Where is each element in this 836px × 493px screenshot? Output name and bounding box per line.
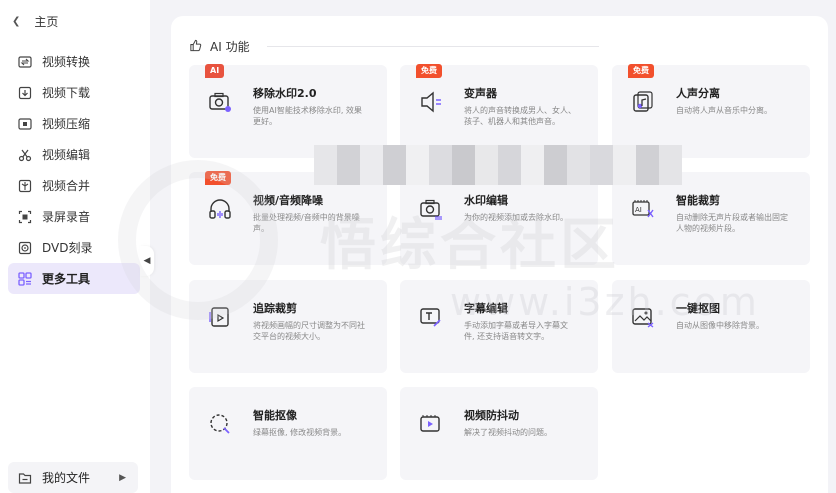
mosaic-overlay [314,145,682,185]
card-title: 智能抠像 [253,409,297,422]
card-description: 自动从图像中移除背景。 [676,321,764,330]
convert-icon [18,55,32,69]
sidebar-item-label: 更多工具 [42,272,91,286]
sidebar-item-convert[interactable]: 视频转换 [8,46,140,77]
card-description: 将人的声音转换成男人、女人、孩子、机器人和其他声音。 [464,106,576,126]
svg-text:AI: AI [635,206,642,214]
home-label: 主页 [34,14,59,29]
camera-erase-icon [207,89,233,115]
card-title: 变声器 [464,87,497,100]
disc-icon [18,241,32,255]
watermark-logo [118,160,278,320]
sidebar-item-label: 视频编辑 [42,148,91,162]
sidebar-item-label: 视频转换 [42,55,91,69]
card-description: 绿幕抠像, 修改视频背景。 [253,428,347,437]
card-title: 水印编辑 [464,194,508,207]
card-description: 将视频画幅的尺寸调整为不同社交平台的视频大小。 [253,321,365,341]
card-description: 手动添加字幕或者导入字幕文件, 还支持语音转文字。 [464,321,568,341]
sidebar-item-more-tools[interactable]: 更多工具 [8,263,140,294]
section-title: AI 功能 [210,40,250,54]
speaker-icon [418,89,444,115]
tool-card-portrait-cutout[interactable]: 智能抠像 绿幕抠像, 修改视频背景。 [189,387,387,480]
card-description: 自动删除无声片段或者输出固定人物的视频片段。 [676,213,788,233]
screen-record-icon [18,210,32,224]
section-divider [267,46,599,47]
home-back-button[interactable]: ❮ 主页 [12,10,58,32]
my-files-label: 我的文件 [42,471,91,485]
merge-icon [18,179,32,193]
my-files-button[interactable]: 我的文件 ▶ [8,462,138,493]
card-title: 视频防抖动 [464,409,519,422]
grid-icon [18,271,32,286]
sidebar-item-edit[interactable]: 视频编辑 [8,139,140,170]
stabilize-icon [418,411,444,437]
tool-card-image-cutout[interactable]: 一键抠图 自动从图像中移除背景。 [612,280,810,373]
card-description: 自动将人声从音乐中分离。 [676,106,772,115]
tool-card-stabilize[interactable]: 视频防抖动 解决了视频抖动的问题。 [400,387,598,480]
sidebar-item-label: 视频下载 [42,86,91,100]
sidebar-item-merge[interactable]: 视频合并 [8,170,140,201]
tool-card-watermark-edit[interactable]: 水印编辑 为你的视频添加或去除水印。 [400,172,598,265]
watermark-edit-icon [418,196,444,222]
folder-icon [18,471,32,485]
card-title: 人声分离 [676,87,720,100]
card-description: 使用AI智能技术移除水印, 效果更好。 [253,106,362,126]
chevron-left-icon: ❮ [12,15,21,27]
compress-icon [18,117,32,131]
tool-card-subtitle-edit[interactable]: 字幕编辑 手动添加字幕或者导入字幕文件, 还支持语音转文字。 [400,280,598,373]
sidebar-item-label: 录屏录音 [42,210,91,224]
card-title: 字幕编辑 [464,302,508,315]
card-title: 智能裁剪 [676,194,720,207]
sidebar-item-compress[interactable]: 视频压缩 [8,108,140,139]
portrait-cutout-icon [207,411,233,437]
thumb-up-icon [189,39,202,55]
card-description: 解决了视频抖动的问题。 [464,428,552,437]
free-badge: 免费 [628,64,654,78]
sidebar-item-label: 视频合并 [42,179,91,193]
card-title: 移除水印2.0 [253,87,317,100]
card-title: 一键抠图 [676,302,720,315]
sidebar-item-label: 视频压缩 [42,117,91,131]
card-description: 为你的视频添加或去除水印。 [464,213,568,222]
image-cutout-icon [630,304,656,330]
scissors-icon [18,148,32,162]
vocal-separate-icon [630,89,656,115]
download-icon [18,86,32,100]
subtitle-edit-icon [418,304,444,330]
chevron-right-icon: ▶ [119,472,126,483]
sidebar-item-download[interactable]: 视频下载 [8,77,140,108]
sidebar-item-label: DVD刻录 [42,241,93,255]
tool-card-smart-trim[interactable]: AI 智能裁剪 自动删除无声片段或者输出固定人物的视频片段。 [612,172,810,265]
ai-cut-icon: AI [630,196,656,222]
ai-badge: AI [205,64,225,78]
free-badge: 免费 [416,64,442,78]
card-title: 追踪裁剪 [253,302,297,315]
section-header: AI 功能 [189,38,250,55]
